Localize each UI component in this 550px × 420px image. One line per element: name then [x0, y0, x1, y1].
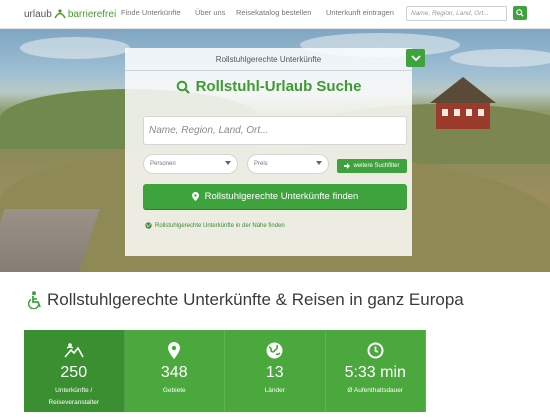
stat-value: 348 [160, 364, 188, 381]
nav-link-unterkunft-eintragen[interactable]: Unterkunft eintragen [326, 8, 394, 17]
chevron-down-icon [410, 54, 421, 61]
stat-regions: 348 Gebiete [125, 330, 225, 412]
map-pin-icon [168, 342, 181, 359]
stat-value: 5:33 min [344, 364, 406, 381]
search-icon [516, 9, 524, 17]
nav-search-button[interactable] [513, 6, 527, 20]
stat-value: 250 [60, 364, 88, 381]
more-filters-button[interactable]: weitere Suchfilter [337, 159, 407, 173]
nav-link-ueber-uns[interactable]: Über uns [195, 8, 225, 17]
site-logo[interactable]: urlaub barrierefrei [24, 5, 116, 23]
stats-bar: 250 Unterkünfte / Reiseveranstalter 348 … [24, 330, 426, 412]
persons-select[interactable]: Personen [143, 154, 238, 174]
search-input[interactable]: Name, Region, Land, Ort... [143, 116, 407, 145]
logo-sun-icon [54, 9, 66, 19]
top-navbar: urlaub barrierefrei Finde Unterkünfte Üb… [0, 0, 550, 29]
nav-link-finde-unterkuenfte[interactable]: Finde Unterkünfte [121, 8, 181, 17]
search-panel: Rollstuhlgerechte Unterkünfte Rollstuhl-… [125, 48, 412, 256]
stat-countries: 13 Länder [225, 330, 326, 412]
panel-collapse-button[interactable] [406, 49, 425, 67]
globe-icon [266, 342, 283, 359]
find-accommodations-button[interactable]: Rollstuhlgerechte Unterkünfte finden [143, 184, 407, 209]
thatched-house-icon [430, 77, 496, 129]
stat-duration: 5:33 min Ø Aufenthaltsdauer [326, 330, 426, 412]
stat-label: Gebiete [162, 387, 186, 394]
page-heading: Rollstuhlgerechte Unterkünfte & Reisen i… [27, 290, 464, 310]
panel-header: Rollstuhlgerechte Unterkünfte [125, 48, 412, 71]
clock-icon [367, 342, 384, 359]
nearby-link[interactable]: Rollstuhlgerechte Unterkünfte in der Näh… [145, 222, 285, 229]
nav-search-input[interactable]: Name, Region, Land, Ort... [406, 6, 507, 21]
wheelchair-icon [27, 291, 41, 309]
arrow-right-icon [344, 163, 351, 169]
mountain-person-icon [64, 343, 84, 358]
chevron-down-icon [316, 161, 322, 165]
price-select[interactable]: Preis [247, 154, 329, 174]
stat-label: Unterkünfte / Reiseveranstalter [48, 387, 100, 406]
map-pin-icon [191, 192, 199, 201]
nav-link-reisekatalog[interactable]: Reisekatalog bestellen [236, 8, 311, 17]
stat-label: Länder [264, 387, 285, 394]
search-icon [176, 80, 190, 94]
panel-title: Rollstuhl-Urlaub Suche [125, 78, 412, 95]
chevron-down-icon [225, 161, 231, 165]
globe-icon [145, 222, 152, 229]
stat-value: 13 [265, 364, 284, 381]
stat-accommodations: 250 Unterkünfte / Reiseveranstalter [24, 330, 125, 412]
stat-label: Ø Aufenthaltsdauer [347, 387, 404, 394]
